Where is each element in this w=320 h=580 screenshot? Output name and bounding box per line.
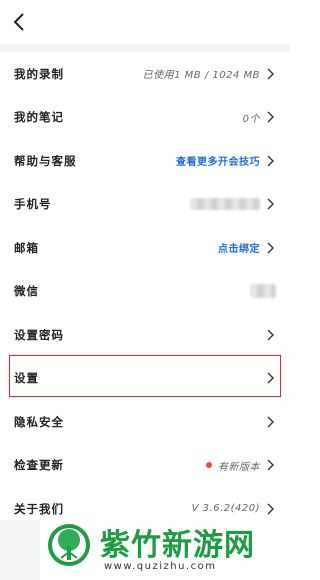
row-label: 邮箱 xyxy=(14,240,39,255)
chevron-right-icon xyxy=(266,328,276,342)
row-label: 我的录制 xyxy=(14,66,64,81)
storage-usage-value: 已使用1 MB / 1024 MB xyxy=(142,70,260,82)
row-label: 隐私安全 xyxy=(14,414,64,429)
row-wechat[interactable]: 微信 xyxy=(0,269,290,313)
wechat-blurred-value xyxy=(250,284,276,299)
watermark-url: www.quzizhu.com xyxy=(104,561,217,572)
back-button[interactable] xyxy=(6,8,34,36)
tree-logo-icon xyxy=(48,524,90,566)
row-phone[interactable]: 手机号 xyxy=(0,182,290,226)
phone-blurred-value xyxy=(190,198,260,211)
row-settings[interactable]: 设置 xyxy=(0,356,290,400)
chevron-right-icon xyxy=(266,110,276,124)
row-check-update[interactable]: 检查更新 有新版本 xyxy=(0,443,290,487)
new-version-value: 有新版本 xyxy=(218,461,260,473)
top-bar xyxy=(0,0,290,44)
row-label: 关于我们 xyxy=(14,501,64,516)
row-label: 我的笔记 xyxy=(14,110,64,125)
chevron-right-icon xyxy=(266,458,276,472)
chevron-left-icon xyxy=(13,13,24,31)
update-dot-badge xyxy=(206,462,212,469)
watermark: 紫竹新游网 www.quzizhu.com xyxy=(40,516,290,580)
row-email[interactable]: 邮箱 点击绑定 xyxy=(0,226,290,270)
app-version-value: V 3.6.2(420) xyxy=(191,503,260,515)
row-label: 设置密码 xyxy=(14,327,64,342)
watermark-title: 紫竹新游网 xyxy=(100,528,255,563)
section-divider xyxy=(0,44,290,52)
settings-list: 我的录制 已使用1 MB / 1024 MB 我的笔记 0个 帮助与客服 查看更… xyxy=(0,52,290,531)
row-label: 手机号 xyxy=(14,197,52,212)
chevron-right-icon xyxy=(266,241,276,255)
help-tips-link[interactable]: 查看更多开会技巧 xyxy=(176,153,260,168)
row-my-recordings[interactable]: 我的录制 已使用1 MB / 1024 MB xyxy=(0,52,290,96)
bind-email-link[interactable]: 点击绑定 xyxy=(218,240,260,255)
chevron-right-icon xyxy=(266,197,276,211)
chevron-right-icon xyxy=(266,371,276,385)
row-help-support[interactable]: 帮助与客服 查看更多开会技巧 xyxy=(0,139,290,183)
row-label: 检查更新 xyxy=(14,458,64,473)
row-my-notes[interactable]: 我的笔记 0个 xyxy=(0,95,290,139)
row-label: 微信 xyxy=(14,284,39,299)
row-label: 设置 xyxy=(14,371,39,386)
row-label: 帮助与客服 xyxy=(14,153,77,168)
chevron-right-icon xyxy=(266,67,276,81)
row-set-password[interactable]: 设置密码 xyxy=(0,313,290,357)
notes-count-value: 0个 xyxy=(242,113,260,125)
chevron-right-icon xyxy=(266,415,276,429)
chevron-right-icon xyxy=(266,502,276,516)
row-privacy-security[interactable]: 隐私安全 xyxy=(0,400,290,444)
chevron-right-icon xyxy=(266,154,276,168)
